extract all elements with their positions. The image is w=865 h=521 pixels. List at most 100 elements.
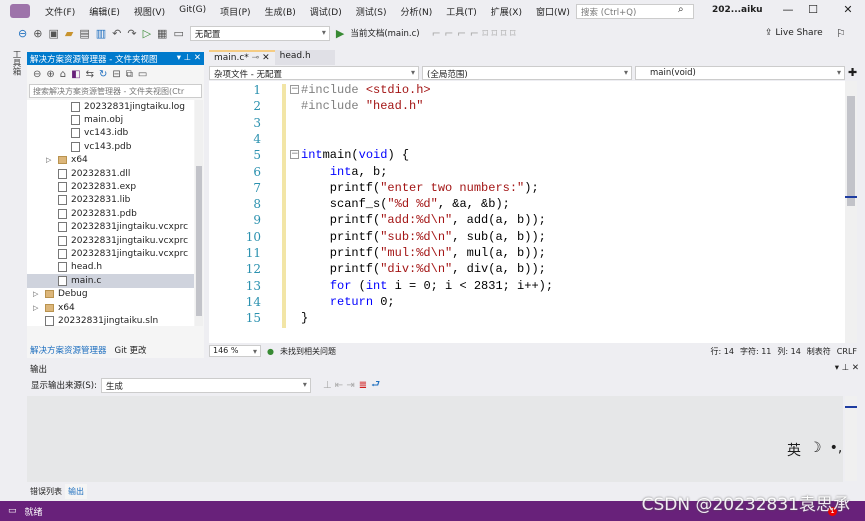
- bookmark-icons[interactable]: ⌐ ⌐ ⌐ ⌐ ⌑ ⌑ ⌑ ⌑: [432, 27, 516, 40]
- eol-indicator[interactable]: CRLF: [837, 347, 857, 356]
- ime-toolbar[interactable]: 英 ☽ •,: [787, 440, 842, 460]
- code-line[interactable]: printf("mul:%d\n", mul(a, b));: [301, 246, 546, 260]
- start-without-debug-icon[interactable]: ▷: [143, 27, 151, 40]
- tabs-indicator[interactable]: 制表符: [807, 346, 831, 357]
- menu-item[interactable]: 视图(V): [127, 5, 172, 18]
- undo-icon[interactable]: ↶: [112, 27, 121, 40]
- tab-error-list[interactable]: 错误列表: [27, 484, 65, 499]
- find-icon[interactable]: ▦: [157, 27, 167, 40]
- tree-item[interactable]: ▷ Debug: [27, 288, 194, 301]
- tree-item[interactable]: ▷ x64: [27, 154, 194, 167]
- split-icon[interactable]: ✚: [848, 66, 857, 81]
- menu-item[interactable]: Git(G): [172, 5, 213, 18]
- scope-dropdown[interactable]: (全局范围): [422, 66, 632, 80]
- tree-scrollbar[interactable]: [195, 100, 203, 326]
- code-line[interactable]: #include "head.h": [301, 99, 423, 113]
- code-editor[interactable]: 1 #include <stdio.h> 2 #include "head.h" 3 4 5…: [209, 81, 845, 343]
- output-content[interactable]: [27, 396, 843, 482]
- run-button[interactable]: 当前文档(main.c): [350, 27, 419, 39]
- back-icon[interactable]: ⊖: [18, 27, 27, 40]
- minimize-button[interactable]: —: [778, 3, 798, 16]
- project-dropdown[interactable]: 杂项文件 - 无配置: [209, 66, 419, 80]
- switch-views-icon[interactable]: ◧: [71, 69, 80, 80]
- output-scrollbar[interactable]: [845, 396, 857, 481]
- maximize-button[interactable]: ☐: [803, 3, 823, 16]
- panel-controls[interactable]: ▾ ⊥ ✕: [835, 363, 859, 376]
- toolbox-tab[interactable]: 工具箱: [8, 50, 22, 80]
- properties-icon[interactable]: ▭: [138, 69, 147, 80]
- tree-item[interactable]: ▷ x64: [27, 301, 194, 314]
- word-wrap-icon[interactable]: ⮐: [371, 377, 380, 394]
- menu-item[interactable]: 调试(D): [303, 5, 349, 18]
- window-icon[interactable]: ▭: [173, 27, 183, 40]
- tree-item[interactable]: 20232831.lib: [27, 194, 194, 207]
- tree-item[interactable]: main.obj: [27, 113, 194, 126]
- panel-controls[interactable]: ▾ ⊥ ✕: [177, 53, 201, 64]
- menu-item[interactable]: 窗口(W): [529, 5, 577, 18]
- menu-item[interactable]: 测试(S): [349, 5, 394, 18]
- forward-icon[interactable]: ⊕: [33, 27, 42, 40]
- sync-icon[interactable]: ⇆: [86, 69, 94, 80]
- clear-all-icon[interactable]: ≣: [359, 380, 367, 391]
- code-line[interactable]: printf("sub:%d\n", sub(a, b));: [301, 230, 546, 244]
- zoom-dropdown[interactable]: 146 %: [209, 345, 261, 357]
- code-line[interactable]: printf("add:%d\n", add(a, b));: [301, 213, 546, 227]
- code-line[interactable]: return 0;: [301, 295, 395, 309]
- play-icon[interactable]: ▶: [336, 27, 344, 40]
- menu-item[interactable]: 工具(T): [439, 5, 484, 18]
- code-line[interactable]: for (int i = 0; i < 2831; i++);: [301, 279, 553, 293]
- tree-item[interactable]: 20232831jingtaiku.vcxprc: [27, 247, 194, 260]
- member-dropdown[interactable]: main(void): [635, 66, 845, 80]
- expand-icon[interactable]: ▷: [33, 304, 41, 312]
- live-share-button[interactable]: ⇪ Live Share: [765, 28, 823, 38]
- close-tab-icon[interactable]: ✕: [262, 53, 270, 63]
- tree-item[interactable]: 20232831.pdb: [27, 207, 194, 220]
- output-nav-icons[interactable]: ⊥ ⇤ ⇥: [323, 380, 355, 391]
- tab-output[interactable]: 输出: [65, 484, 87, 499]
- tree-item[interactable]: 20232831jingtaiku.sln: [27, 314, 194, 327]
- tree-item[interactable]: 20232831.dll: [27, 167, 194, 180]
- tree-item[interactable]: 20232831jingtaiku.vcxprc: [27, 221, 194, 234]
- code-line[interactable]: printf("enter two numbers:");: [301, 181, 539, 195]
- collapse-icon[interactable]: −: [290, 85, 299, 94]
- new-project-icon[interactable]: ▣: [48, 27, 58, 40]
- save-all-icon[interactable]: ▥: [96, 27, 106, 40]
- moon-icon[interactable]: ☽: [809, 440, 822, 460]
- menu-item[interactable]: 扩展(X): [484, 5, 529, 18]
- tree-item[interactable]: vc143.pdb: [27, 140, 194, 153]
- expand-icon[interactable]: ▷: [33, 290, 41, 298]
- back-icon[interactable]: ⊖: [33, 69, 41, 80]
- menu-item[interactable]: 分析(N): [393, 5, 439, 18]
- tree-item[interactable]: 20232831jingtaiku.vcxprc: [27, 234, 194, 247]
- open-icon[interactable]: ▰: [65, 27, 73, 40]
- show-all-icon[interactable]: ⧉: [126, 69, 133, 80]
- pin-icon[interactable]: ⊸: [252, 53, 260, 63]
- collapse-icon[interactable]: ⊟: [112, 69, 120, 80]
- ime-language[interactable]: 英: [787, 440, 801, 460]
- tree-item[interactable]: vc143.idb: [27, 127, 194, 140]
- refresh-icon[interactable]: ↻: [99, 69, 107, 80]
- search-input[interactable]: 搜索 (Ctrl+Q): [576, 4, 694, 19]
- redo-icon[interactable]: ↷: [127, 27, 136, 40]
- code-line[interactable]: #include <stdio.h>: [301, 83, 431, 97]
- collapse-icon[interactable]: −: [290, 150, 299, 160]
- code-line[interactable]: }: [301, 311, 308, 325]
- issues-status[interactable]: 未找到相关问题: [280, 346, 336, 357]
- close-button[interactable]: ✕: [838, 3, 858, 16]
- code-line[interactable]: inta, b;: [301, 165, 388, 179]
- code-line[interactable]: printf("div:%d\n", div(a, b));: [301, 262, 546, 276]
- forward-icon[interactable]: ⊕: [46, 69, 54, 80]
- tree-item[interactable]: 20232831jingtaiku.log: [27, 100, 194, 113]
- code-line[interactable]: scanf_s("%d %d", &a, &b);: [301, 197, 510, 211]
- menu-item[interactable]: 生成(B): [258, 5, 303, 18]
- tab-solution-explorer[interactable]: 解决方案资源管理器: [30, 344, 107, 356]
- tab-main-c[interactable]: main.c* ⊸ ✕: [209, 50, 275, 65]
- configuration-dropdown[interactable]: 无配置: [189, 25, 330, 41]
- feedback-icon[interactable]: ⚐: [836, 27, 846, 40]
- output-source-dropdown[interactable]: 生成: [100, 377, 311, 393]
- punctuation-icon[interactable]: •,: [830, 440, 843, 460]
- expand-icon[interactable]: ▷: [46, 156, 54, 164]
- tree-item[interactable]: 20232831.exp: [27, 180, 194, 193]
- save-icon[interactable]: ▤: [79, 27, 89, 40]
- home-icon[interactable]: ⌂: [60, 69, 66, 80]
